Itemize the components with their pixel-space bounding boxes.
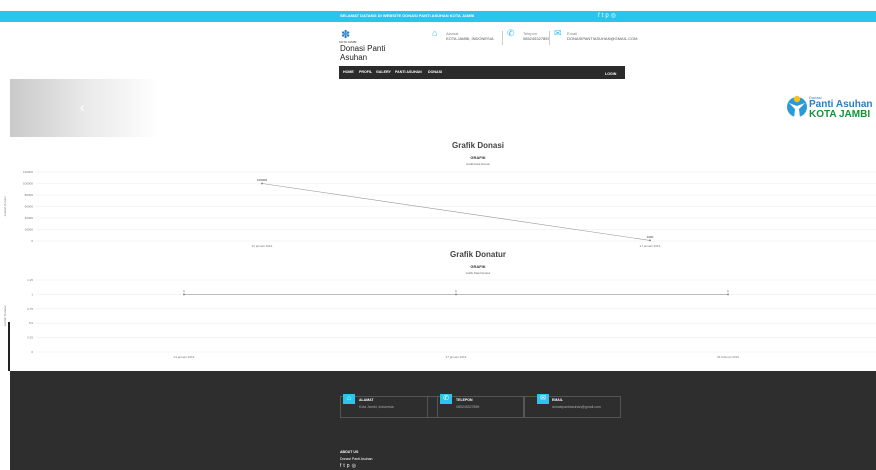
divider [549,31,550,45]
home-icon: ⌂ [432,28,438,38]
nav-donasi[interactable]: DONASI [428,70,442,74]
divider [502,31,503,45]
y-tick-label: 120000 [23,170,33,174]
brand-line2: KOTA JAMBI [809,109,871,120]
email-value: DONASIPANTIASUHAN@GMAIL.COM [567,36,638,41]
series-line [261,183,651,241]
nav-home[interactable]: HOME [343,70,354,74]
x-tick-label: 04 februari 2019 [717,355,739,359]
data-point [455,293,457,296]
telepon-value: 085245327859 [523,36,550,41]
footer-email-title: EMAIL [552,398,563,402]
header-alamat: Alamat KOTA JAMBI, INDONESIA [446,31,494,41]
y-tick-label: 80000 [25,193,34,197]
instagram-icon[interactable]: ◎ [611,13,618,19]
site-title[interactable]: Donasi Panti Asuhan [340,44,395,62]
footer [10,371,876,470]
chevron-left-icon[interactable]: ‹ [80,99,85,115]
phone-icon: ✆ [440,394,452,404]
y-tick-label: 100000 [23,182,33,186]
x-tick-label: 01 januari 2019 [174,355,195,359]
y-axis-label: Jumlah Donatur [3,305,7,326]
donatur-chart: 0 0.25 0.5 0.75 1 1.25 Jumlah Donatur 01 januar… [3,278,876,359]
y-tick-label: 0.25 [27,336,33,340]
y-tick-label: 1.25 [27,278,33,282]
footer-email-value[interactable]: donasipantiasuhan@gmail.com [552,405,601,409]
alamat-value: KOTA JAMBI, INDONESIA [446,36,494,41]
y-tick-label: 0 [31,350,33,354]
section-title-donasi: Grafik Donasi [451,141,504,150]
home-icon: ⌂ [343,394,355,404]
footer-social: ftp◎ [340,463,358,469]
mail-icon: ✉ [554,28,562,38]
about-text: Donasi Panti Asuhan [340,457,373,461]
nav-profil[interactable]: PROFIL [359,70,372,74]
y-tick-label: 0.5 [29,321,34,325]
x-tick-label: 27 januari 2019 [446,355,467,359]
data-label: 1 [455,289,457,293]
footer-alamat-title: ALAMAT [359,398,374,402]
top-bar: SELAMAT DATANG DI WEBSITE DONASI PANTI A… [0,11,876,22]
y-tick-label: 0 [31,239,33,243]
footer-telepon-title: TELEPON [456,398,473,402]
footer-alamat-value: Kota Jambi, Indonesia [359,405,394,409]
child-logo-icon [787,95,807,118]
y-tick-label: 0.75 [27,307,33,311]
data-point [727,293,729,296]
y-tick-label: 1 [31,292,33,296]
nav-galery[interactable]: GALERY [376,70,391,74]
y-tick-label: 40000 [25,216,34,220]
edge-shadow [8,322,10,371]
about-title: ABOUT US [340,450,359,454]
x-tick-label: 27 januari 2019 [640,244,661,248]
data-label: 1 [727,289,729,293]
chart-title: GRAFIK [470,264,486,269]
mail-icon: ✉ [537,394,549,404]
main-nav: HOME PROFIL GALERY PANTI ASUHAN DONASI L… [339,66,625,79]
nav-panti-asuhan[interactable]: PANTI ASUHAN [395,70,422,74]
footer-telepon-value: 085245327859 [456,405,480,409]
login-link[interactable]: LOGIN [605,72,616,76]
data-label: 1 [183,289,185,293]
x-tick-label: 01 januari 2019 [252,244,273,248]
y-tick-label: 60000 [25,205,34,209]
welcome-message: SELAMAT DATANG DI WEBSITE DONASI PANTI A… [340,13,475,18]
y-tick-label: 20000 [25,228,34,232]
phone-icon: ✆ [507,28,515,38]
data-label: 1000 [647,235,654,239]
section-title-donatur: Grafik Donatur [449,250,506,259]
chart-title: GRAFIK [470,155,486,160]
donasi-chart: 0 20000 40000 60000 80000 100000 120000 Jumlah … [3,170,876,248]
footer-edge [0,371,10,470]
data-point [649,239,651,242]
data-point [183,293,185,296]
data-point [261,182,263,185]
instagram-icon[interactable]: ◎ [352,463,358,469]
header-email: Email DONASIPANTIASUHAN@GMAIL.COM [567,31,637,41]
social-links: ftp◎ [598,12,618,19]
data-label: 100000 [257,178,267,182]
slide-image [10,79,160,137]
y-axis-label: Jumlah Donasi [3,196,7,216]
header-telepon: Telepon 085245327859 [523,31,550,41]
